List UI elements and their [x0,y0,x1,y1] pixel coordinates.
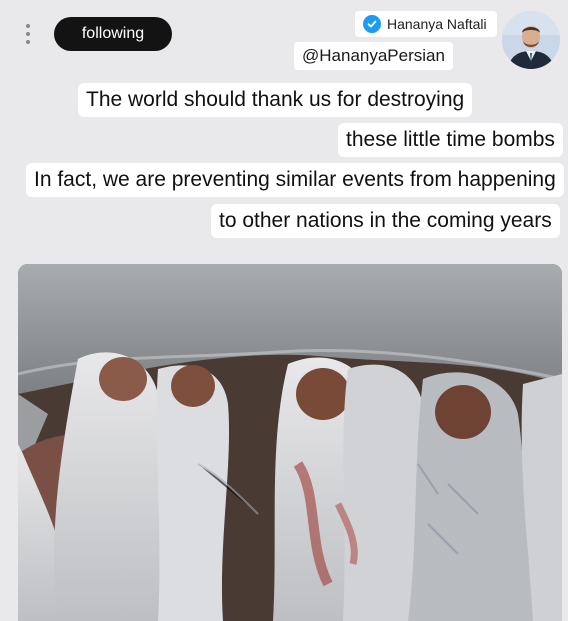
following-button[interactable]: following [54,17,172,51]
post-text-line-1: The world should thank us for destroying [78,83,473,117]
more-options-icon[interactable] [24,24,32,44]
author-display-name: Hananya Naftali [387,16,487,32]
post-text-line-2: these little time bombs [338,123,563,157]
post-text-line-3: In fact, we are preventing similar event… [26,163,564,197]
avatar[interactable] [502,11,560,69]
post-image[interactable] [18,264,562,621]
author-name-chip[interactable]: Hananya Naftali [355,11,497,37]
author-handle[interactable]: @HananyaPersian [294,42,453,70]
verified-badge-icon [363,15,381,33]
post-text-line-4: to other nations in the coming years [211,204,560,238]
